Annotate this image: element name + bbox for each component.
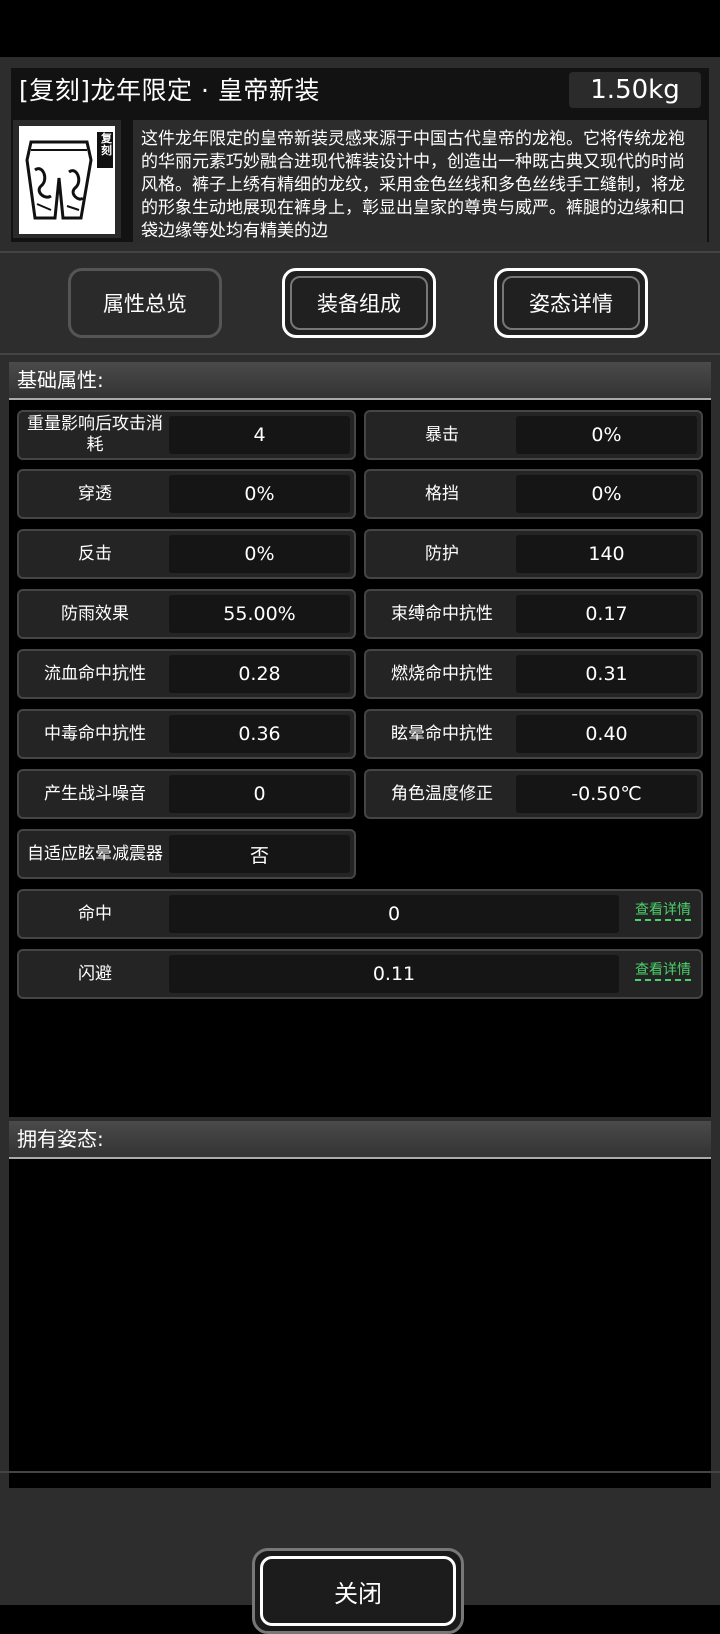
close-button[interactable]: 关闭: [252, 1548, 464, 1634]
section-title: 基础属性:: [17, 368, 104, 392]
stat-protection: 防护 140: [364, 529, 703, 579]
reissue-badge: 复刻: [101, 132, 112, 157]
stat-value: 0.28: [169, 655, 350, 693]
stat-counter: 反击 0%: [17, 529, 356, 579]
section-title: 拥有姿态:: [17, 1127, 104, 1151]
stat-value: 0.17: [516, 595, 697, 633]
stat-value: 0: [169, 895, 619, 933]
stat-value: 0%: [516, 475, 697, 513]
stat-label: 重量影响后攻击消耗: [27, 414, 163, 455]
item-detail-panel: [复刻]龙年限定 · 皇帝新装 1.50kg 复刻 这件龙年限定的皇帝新装灵感来…: [0, 57, 720, 1634]
stat-value: 0.40: [516, 715, 697, 753]
stat-label: 角色温度修正: [391, 783, 493, 804]
stat-label: 反击: [78, 543, 112, 564]
stat-poison-resist: 中毒命中抗性 0.36: [17, 709, 356, 759]
stat-stun-resist: 眩晕命中抗性 0.40: [364, 709, 703, 759]
stat-value: 0.11: [169, 955, 619, 993]
divider: [0, 251, 720, 253]
item-description: 这件龙年限定的皇帝新装灵感来源于中国古代皇帝的龙袍。它将传统龙袍的华丽元素巧妙融…: [141, 129, 685, 238]
stat-value: 140: [516, 535, 697, 573]
stat-bleed-resist: 流血命中抗性 0.28: [17, 649, 356, 699]
tab-label: 属性总览: [103, 292, 187, 316]
posture-section: 拥有姿态:: [9, 1121, 711, 1488]
stat-value: 0.31: [516, 655, 697, 693]
tab-equipment-composition[interactable]: 装备组成: [282, 268, 436, 338]
stat-value: 0%: [169, 535, 350, 573]
stat-label: 流血命中抗性: [44, 663, 146, 684]
stat-label: 眩晕命中抗性: [391, 723, 493, 744]
stat-burn-resist: 燃烧命中抗性 0.31: [364, 649, 703, 699]
item-thumbnail: 复刻: [13, 120, 121, 238]
stat-label: 产生战斗噪音: [44, 783, 146, 804]
stat-value: 0: [169, 775, 350, 813]
stat-label: 中毒命中抗性: [44, 723, 146, 744]
tab-label: 装备组成: [317, 292, 401, 316]
stat-label: 格挡: [425, 483, 459, 504]
divider: [0, 1471, 720, 1473]
item-title: [复刻]龙年限定 · 皇帝新装: [19, 76, 320, 105]
stat-label: 防雨效果: [61, 603, 129, 624]
stat-label: 闪避: [78, 963, 112, 984]
stat-label: 自适应眩晕减震器: [27, 843, 163, 864]
stat-rain-proof: 防雨效果 55.00%: [17, 589, 356, 639]
stat-accuracy: 命中 0 查看详情: [17, 889, 703, 939]
view-details-link[interactable]: 查看详情: [635, 962, 691, 981]
stat-label: 暴击: [425, 424, 459, 445]
stat-attack-cost: 重量影响后攻击消耗 4: [17, 410, 356, 460]
stat-value: 否: [169, 835, 350, 873]
stat-temperature: 角色温度修正 -0.50℃: [364, 769, 703, 819]
item-weight: 1.50kg: [569, 72, 701, 108]
section-header: 基础属性:: [9, 362, 711, 400]
stat-combat-noise: 产生战斗噪音 0: [17, 769, 356, 819]
stat-value: 4: [169, 416, 350, 454]
stat-label: 束缚命中抗性: [391, 603, 493, 624]
section-header: 拥有姿态:: [9, 1121, 711, 1159]
item-header: [复刻]龙年限定 · 皇帝新装 1.50kg 复刻 这件龙年限定的皇帝新装灵感来…: [11, 68, 709, 242]
stat-value: 0.36: [169, 715, 350, 753]
description-box[interactable]: 这件龙年限定的皇帝新装灵感来源于中国古代皇帝的龙袍。它将传统龙袍的华丽元素巧妙融…: [133, 120, 707, 242]
stat-critical: 暴击 0%: [364, 410, 703, 460]
close-label: 关闭: [260, 1556, 456, 1626]
tab-label: 姿态详情: [529, 292, 613, 316]
tab-posture-details[interactable]: 姿态详情: [494, 268, 648, 338]
stat-penetration: 穿透 0%: [17, 469, 356, 519]
stat-bind-resist: 束缚命中抗性 0.17: [364, 589, 703, 639]
stat-block: 格挡 0%: [364, 469, 703, 519]
divider: [0, 353, 720, 355]
stat-label: 燃烧命中抗性: [391, 663, 493, 684]
tab-attribute-overview[interactable]: 属性总览: [68, 268, 222, 338]
stat-adaptive-damper: 自适应眩晕减震器 否: [17, 829, 356, 879]
view-details-link[interactable]: 查看详情: [635, 902, 691, 921]
stat-label: 命中: [78, 903, 112, 924]
stat-value: -0.50℃: [516, 775, 697, 813]
stat-value: 0%: [516, 416, 697, 454]
stat-label: 穿透: [78, 483, 112, 504]
stat-evasion: 闪避 0.11 查看详情: [17, 949, 703, 999]
stat-value: 55.00%: [169, 595, 350, 633]
stat-value: 0%: [169, 475, 350, 513]
stat-label: 防护: [425, 543, 459, 564]
